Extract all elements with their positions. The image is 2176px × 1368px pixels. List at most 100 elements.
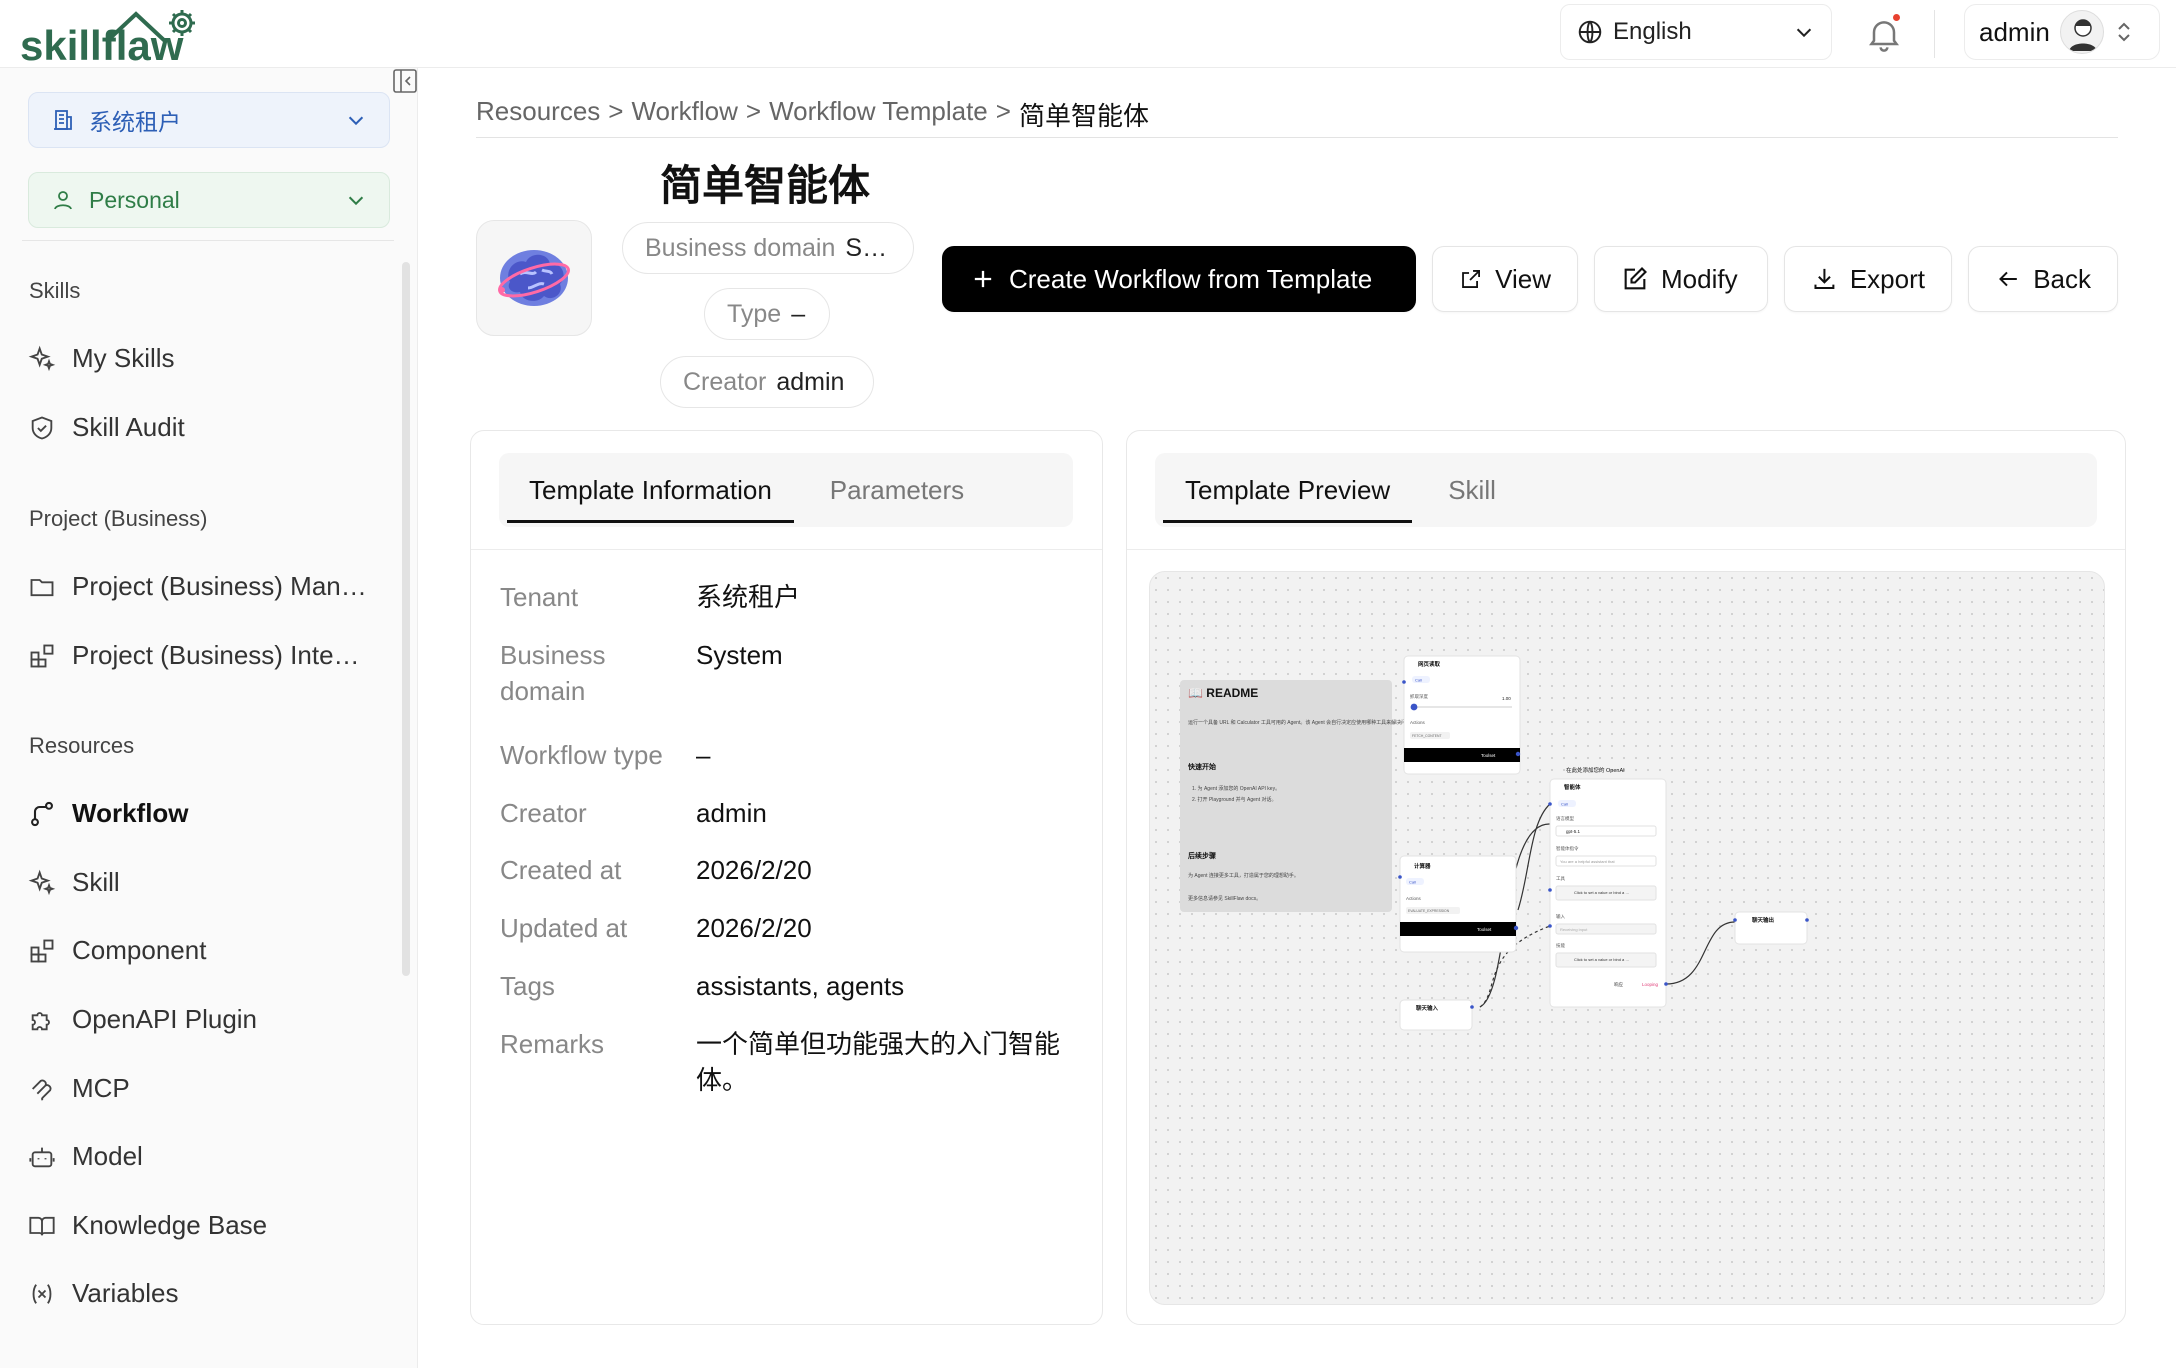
sidebar-item-skill-audit[interactable]: Skill Audit <box>28 412 185 443</box>
building-icon <box>54 110 72 130</box>
chip-label: Type <box>727 299 782 328</box>
create-workflow-button[interactable]: Create Workflow from Template <box>942 246 1416 312</box>
tab-template-preview[interactable]: Template Preview <box>1163 453 1413 527</box>
readme-text: 运行一个具备 URL 和 Calculator 工具可用的 Agent。该 Ag… <box>1188 719 1416 726</box>
readme-heading: 快速开始 <box>1188 762 1216 771</box>
chevron-updown-icon <box>2118 22 2130 42</box>
info-key: Business domain <box>500 640 606 706</box>
breadcrumb-separator: > <box>995 96 1011 126</box>
port-handle[interactable] <box>1515 751 1521 757</box>
book-open-icon <box>29 1216 55 1236</box>
slider-handle[interactable] <box>1410 703 1418 711</box>
info-value: 系统租户 <box>696 582 801 612</box>
readme-text: 为 Agent 连接更多工具，打造属于您的理想助手。 <box>1188 872 1299 879</box>
sidebar-item-my-skills[interactable]: My Skills <box>28 343 175 374</box>
sidebar-item-project-integration[interactable]: Project (Business) Inte… <box>28 640 360 671</box>
divider <box>476 137 2118 138</box>
tenant-select-label: 系统租户 <box>89 109 181 135</box>
user-menu[interactable]: admin <box>1964 4 2160 60</box>
download-icon <box>1814 268 1835 289</box>
port-handle[interactable] <box>1664 982 1668 986</box>
chip-label: Business domain <box>645 233 836 262</box>
port-handle[interactable] <box>1402 680 1406 684</box>
language-label: English <box>1613 18 1692 45</box>
sidebar-item-label: Component <box>72 935 207 965</box>
notification-button[interactable] <box>1864 14 1904 54</box>
back-button[interactable]: Back <box>1968 246 2118 312</box>
sidebar-item-label: Workflow <box>72 798 189 828</box>
readme-text: 更多信息请参见 SkillFlaw docs。 <box>1188 895 1261 902</box>
node-chat-input[interactable]: 聊天输入 <box>1399 999 1473 1031</box>
sidebar-scrollbar[interactable] <box>402 262 410 976</box>
port-handle[interactable] <box>1733 918 1737 922</box>
node-field-label: Actions <box>1406 896 1422 901</box>
breadcrumb-link[interactable]: Workflow <box>631 96 737 133</box>
node-chat-output[interactable]: 聊天输出 <box>1734 911 1808 945</box>
port-handle[interactable] <box>1805 918 1809 922</box>
workflow-canvas[interactable]: 📖 README 运行一个具备 URL 和 Calculator 工具可用的 A… <box>1149 571 2105 1305</box>
sidebar-item-workflow[interactable]: Workflow <box>28 798 189 829</box>
sidebar-item-label: Project (Business) Man… <box>72 571 367 601</box>
sidebar-item-project-manage[interactable]: Project (Business) Man… <box>28 571 367 602</box>
info-row-created-at: Created at 2026/2/20 <box>500 852 1066 888</box>
space-select-label: Personal <box>89 186 180 213</box>
port-handle[interactable] <box>1548 802 1552 806</box>
button-label: Modify <box>1661 263 1738 294</box>
breadcrumb-separator: > <box>608 96 624 126</box>
info-row-remarks: Remarks 一个简单但功能强大的入门智能体。 <box>500 1026 1076 1098</box>
port-handle[interactable] <box>1548 888 1552 892</box>
user-name: admin <box>1979 16 2050 47</box>
puzzle-icon <box>31 1011 50 1030</box>
sidebar-collapse-icon[interactable] <box>392 68 418 94</box>
breadcrumb-link[interactable]: Workflow Template <box>769 96 988 133</box>
view-button[interactable]: View <box>1432 246 1578 312</box>
port-handle[interactable] <box>1513 925 1519 931</box>
sidebar-item-variables[interactable]: Variables <box>28 1278 178 1309</box>
info-value: 2026/2/20 <box>696 913 812 943</box>
edge <box>1517 803 1551 911</box>
port-handle[interactable] <box>1470 1005 1474 1009</box>
port-handle[interactable] <box>1398 875 1402 879</box>
instruction-value: You are a helpful assistant that <box>1560 859 1615 864</box>
blocks-icon <box>30 939 54 962</box>
user-icon <box>54 191 72 210</box>
node-field-label: Actions <box>1410 720 1426 725</box>
sidebar-item-openapi-plugin[interactable]: OpenAPI Plugin <box>28 1004 257 1035</box>
info-key: Tags <box>500 971 555 1001</box>
sidebar-item-skill[interactable]: Skill <box>28 867 120 898</box>
port-handle[interactable] <box>1548 924 1552 928</box>
modify-button[interactable]: Modify <box>1594 246 1768 312</box>
info-value: assistants, agents <box>696 971 905 1001</box>
sidebar-item-knowledge-base[interactable]: Knowledge Base <box>28 1210 267 1241</box>
language-select[interactable]: English <box>1560 4 1832 60</box>
preview-tabs: Template Preview Skill <box>1155 453 2097 527</box>
tab-template-information[interactable]: Template Information <box>507 453 794 527</box>
breadcrumb-link[interactable]: Resources <box>476 96 600 133</box>
space-select[interactable]: Personal <box>28 172 390 228</box>
sidebar-item-label: OpenAPI Plugin <box>72 1004 258 1034</box>
node-fetch[interactable]: 网页读取 Call 抓取深度 1.00 Actions FETCH_CONTEN… <box>1403 655 1521 775</box>
export-button[interactable]: Export <box>1784 246 1952 312</box>
node-agent[interactable]: 在此处添加您的 OpenAI 智能体 Call 语言模型 gpt-5.1 智能体… <box>1549 766 1667 1008</box>
node-calc[interactable]: 计算器 Call Actions EVALUATE_EXPRESSION Too… <box>1399 855 1517 953</box>
info-key: Created at <box>500 855 622 885</box>
node-title: 聊天输出 <box>1752 916 1775 924</box>
notification-dot <box>1893 14 1900 21</box>
node-call-badge: Call <box>1561 802 1568 807</box>
sidebar-item-label: Knowledge Base <box>72 1210 268 1240</box>
node-output-label: 响应 <box>1614 981 1623 988</box>
section-resources: Resources <box>29 733 135 758</box>
depth-slider[interactable] <box>1412 706 1512 708</box>
skillflaw-logo[interactable]: skillflaw <box>20 6 246 64</box>
tab-skill[interactable]: Skill <box>1426 453 1518 527</box>
section-skills: Skills <box>29 278 81 303</box>
mcp-icon <box>32 1079 52 1101</box>
sidebar-item-component[interactable]: Component <box>28 935 206 966</box>
logo-text: skillflaw <box>20 22 184 64</box>
tab-parameters[interactable]: Parameters <box>808 453 986 527</box>
info-key: Workflow type <box>500 740 663 770</box>
info-value: – <box>696 740 711 770</box>
sidebar-item-model[interactable]: Model <box>28 1141 143 1172</box>
tenant-select[interactable]: 系统租户 <box>28 92 390 148</box>
sidebar-item-mcp[interactable]: MCP <box>28 1073 130 1104</box>
